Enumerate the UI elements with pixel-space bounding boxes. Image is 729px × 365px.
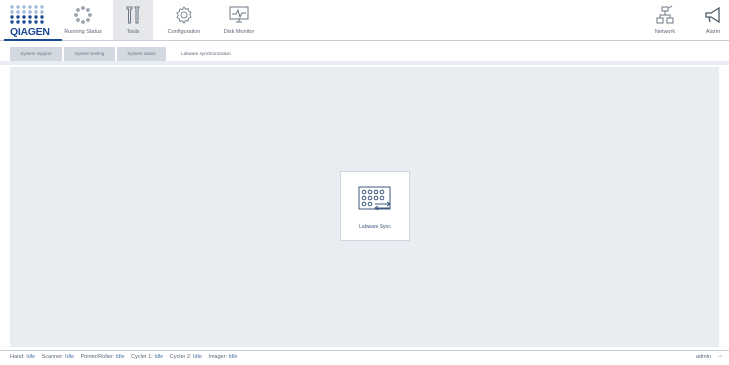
nav-disk-monitor[interactable]: Disk Monitor xyxy=(216,0,262,40)
nav-label-network: Network xyxy=(654,29,676,35)
status-cycler-2: Cycler 2: Idle xyxy=(169,354,202,360)
qiagen-logo-dots xyxy=(10,5,44,24)
workspace: Labware Sync xyxy=(10,67,719,347)
tab-system-testing[interactable]: System testing xyxy=(64,47,115,61)
tab-labware-synchronization[interactable]: Labware synchronization xyxy=(168,47,244,61)
status-bar: Hand: Idle Scanner: Idle Printer/Roller:… xyxy=(0,350,729,365)
nav-label-tools: Tools xyxy=(126,29,140,35)
status-scanner: Scanner: Idle xyxy=(41,354,75,360)
labware-sync-card[interactable]: Labware Sync xyxy=(340,171,410,241)
top-toolbar: QIAGEN Running Status Tools Configuratio… xyxy=(0,0,729,41)
labware-sync-label: Labware Sync xyxy=(359,224,391,230)
network-icon xyxy=(656,5,674,24)
nav-network[interactable]: Network xyxy=(648,0,682,40)
tools-icon xyxy=(126,6,140,24)
status-imager: Imager: Idle xyxy=(208,354,238,360)
tab-bar: System support System testing System sta… xyxy=(0,47,729,61)
qiagen-logo: QIAGEN xyxy=(4,4,62,41)
logout-arrow-icon[interactable]: → xyxy=(717,353,723,359)
nav-configuration[interactable]: Configuration xyxy=(160,0,208,40)
current-user[interactable]: admin xyxy=(696,354,711,360)
status-printer-roller: Printer/Roller: Idle xyxy=(80,354,125,360)
status-hand: Hand: Idle xyxy=(10,354,36,360)
qiagen-logo-text: QIAGEN xyxy=(10,26,50,38)
nav-label-alarm: Alarm xyxy=(705,29,721,35)
tab-system-support[interactable]: System support xyxy=(10,47,62,61)
gear-icon xyxy=(176,6,192,24)
nav-label-disk-monitor: Disk Monitor xyxy=(223,29,255,35)
nav-alarm[interactable]: Alarm xyxy=(700,0,726,40)
logo-underline xyxy=(4,39,62,41)
nav-label-running-status: Running Status xyxy=(64,29,102,35)
tab-system-status[interactable]: System status xyxy=(117,47,166,61)
status-cycler-1: Cycler 1: Idle xyxy=(131,354,164,360)
alarm-megaphone-icon xyxy=(705,6,720,24)
nav-running-status[interactable]: Running Status xyxy=(62,0,104,40)
monitor-icon xyxy=(229,6,249,23)
tab-content-strip xyxy=(0,61,729,65)
nav-label-configuration: Configuration xyxy=(167,29,201,35)
spinner-icon xyxy=(74,6,92,24)
device-status-list: Hand: Idle Scanner: Idle Printer/Roller:… xyxy=(10,354,242,360)
labware-sync-icon xyxy=(358,186,391,211)
nav-tools[interactable]: Tools xyxy=(113,0,153,40)
